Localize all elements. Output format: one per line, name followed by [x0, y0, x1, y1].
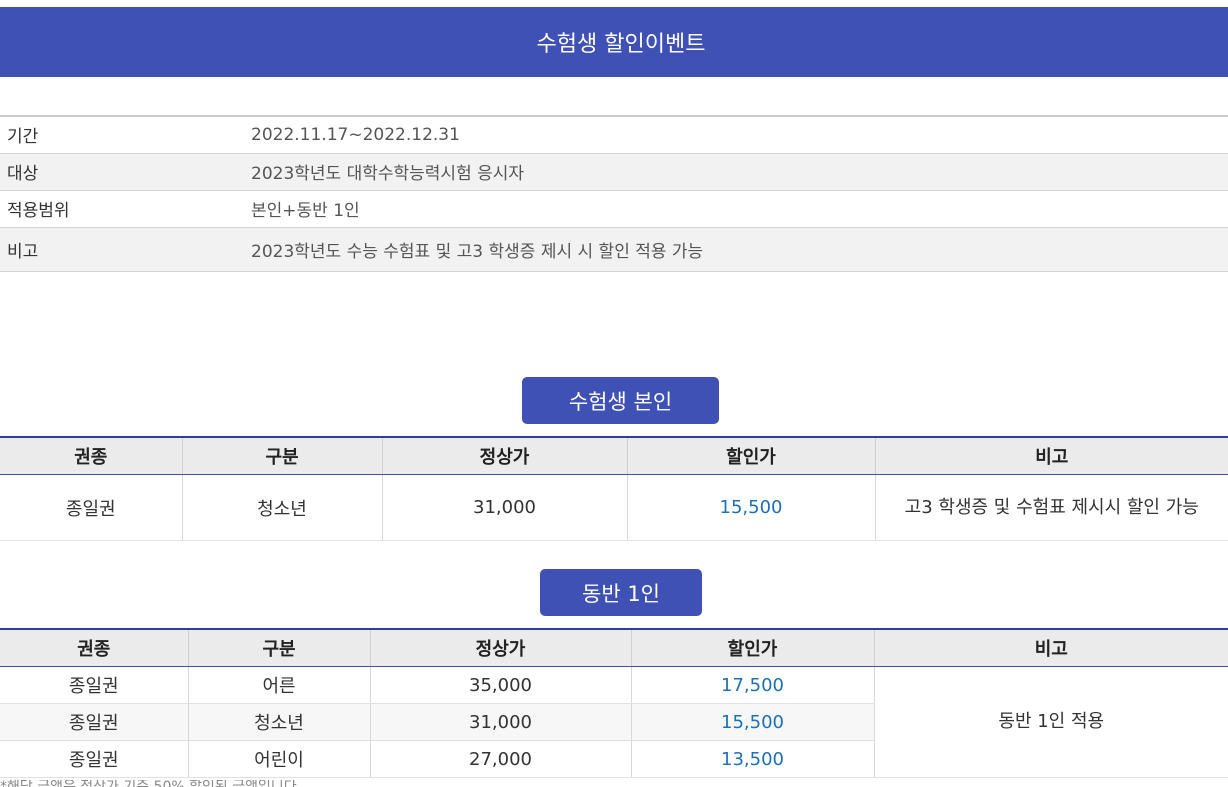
- page-header: 수험생 할인이벤트: [0, 7, 1228, 77]
- section-label-self: 수험생 본인: [522, 377, 719, 424]
- discount-price: 13,500: [630, 740, 874, 778]
- ticket-type: 종일권: [0, 666, 188, 704]
- info-row-period: 기간 2022.11.17~2022.12.31: [0, 116, 1228, 154]
- table-row: 종일권 어른 35,000 17,500 동반 1인 적용: [0, 666, 1228, 778]
- info-value: 2023학년도 대학수학능력시험 응시자: [251, 153, 1228, 191]
- column-header-category: 구분: [187, 628, 370, 667]
- price-table-self: 권종 구분 정상가 할인가 비고 종일권 청소년 31,000 15,500 고…: [0, 436, 1228, 541]
- table-header-row: 권종 구분 정상가 할인가 비고: [0, 628, 1228, 667]
- column-header-note: 비고: [874, 436, 1228, 475]
- row-note: 동반 1인 적용: [873, 666, 1228, 778]
- info-value: 2023학년도 수능 수험표 및 고3 학생증 제시 시 할인 적용 가능: [251, 227, 1228, 272]
- regular-price: 31,000: [381, 474, 627, 541]
- info-row-remarks: 비고 2023학년도 수능 수험표 및 고3 학생증 제시 시 할인 적용 가능: [0, 227, 1228, 272]
- regular-price: 27,000: [369, 740, 631, 778]
- ticket-type: 종일권: [0, 474, 182, 541]
- info-value: 본인+동반 1인: [251, 190, 1228, 228]
- ticket-type: 종일권: [0, 703, 188, 741]
- info-key: 대상: [0, 153, 251, 191]
- column-header-note: 비고: [873, 628, 1228, 667]
- discount-price: 15,500: [626, 474, 875, 541]
- event-info-table: 기간 2022.11.17~2022.12.31 대상 2023학년도 대학수학…: [0, 115, 1228, 272]
- price-table-companion: 권종 구분 정상가 할인가 비고 종일권 어른 35,000 17,500 동반…: [0, 628, 1228, 778]
- column-header-regular-price: 정상가: [369, 628, 631, 667]
- info-row-target: 대상 2023학년도 대학수학능력시험 응시자: [0, 153, 1228, 191]
- page-title: 수험생 할인이벤트: [536, 32, 706, 57]
- ticket-category: 청소년: [181, 474, 382, 541]
- section-label-companion: 동반 1인: [540, 569, 702, 616]
- ticket-type: 종일권: [0, 740, 188, 778]
- info-value: 2022.11.17~2022.12.31: [251, 116, 1228, 154]
- info-row-scope: 적용범위 본인+동반 1인: [0, 190, 1228, 228]
- ticket-category: 어른: [187, 666, 370, 704]
- table-header-row: 권종 구분 정상가 할인가 비고: [0, 436, 1228, 475]
- ticket-category: 청소년: [187, 703, 370, 741]
- info-key: 기간: [0, 116, 251, 154]
- row-note: 고3 학생증 및 수험표 제시시 할인 가능: [874, 474, 1228, 541]
- info-key: 비고: [0, 227, 251, 272]
- column-header-regular-price: 정상가: [381, 436, 627, 475]
- regular-price: 35,000: [369, 666, 631, 704]
- column-header-discount-price: 할인가: [626, 436, 875, 475]
- discount-price: 17,500: [630, 666, 874, 704]
- table-row: 종일권 청소년 31,000 15,500 고3 학생증 및 수험표 제시시 할…: [0, 474, 1228, 541]
- info-key: 적용범위: [0, 190, 251, 228]
- column-header-discount-price: 할인가: [630, 628, 874, 667]
- ticket-category: 어린이: [187, 740, 370, 778]
- footnote: *해당 금액은 정상가 기준 50% 할인된 금액입니다.: [0, 780, 1228, 787]
- column-header-ticket: 권종: [0, 436, 182, 475]
- regular-price: 31,000: [369, 703, 631, 741]
- discount-price: 15,500: [630, 703, 874, 741]
- column-header-ticket: 권종: [0, 628, 188, 667]
- column-header-category: 구분: [181, 436, 382, 475]
